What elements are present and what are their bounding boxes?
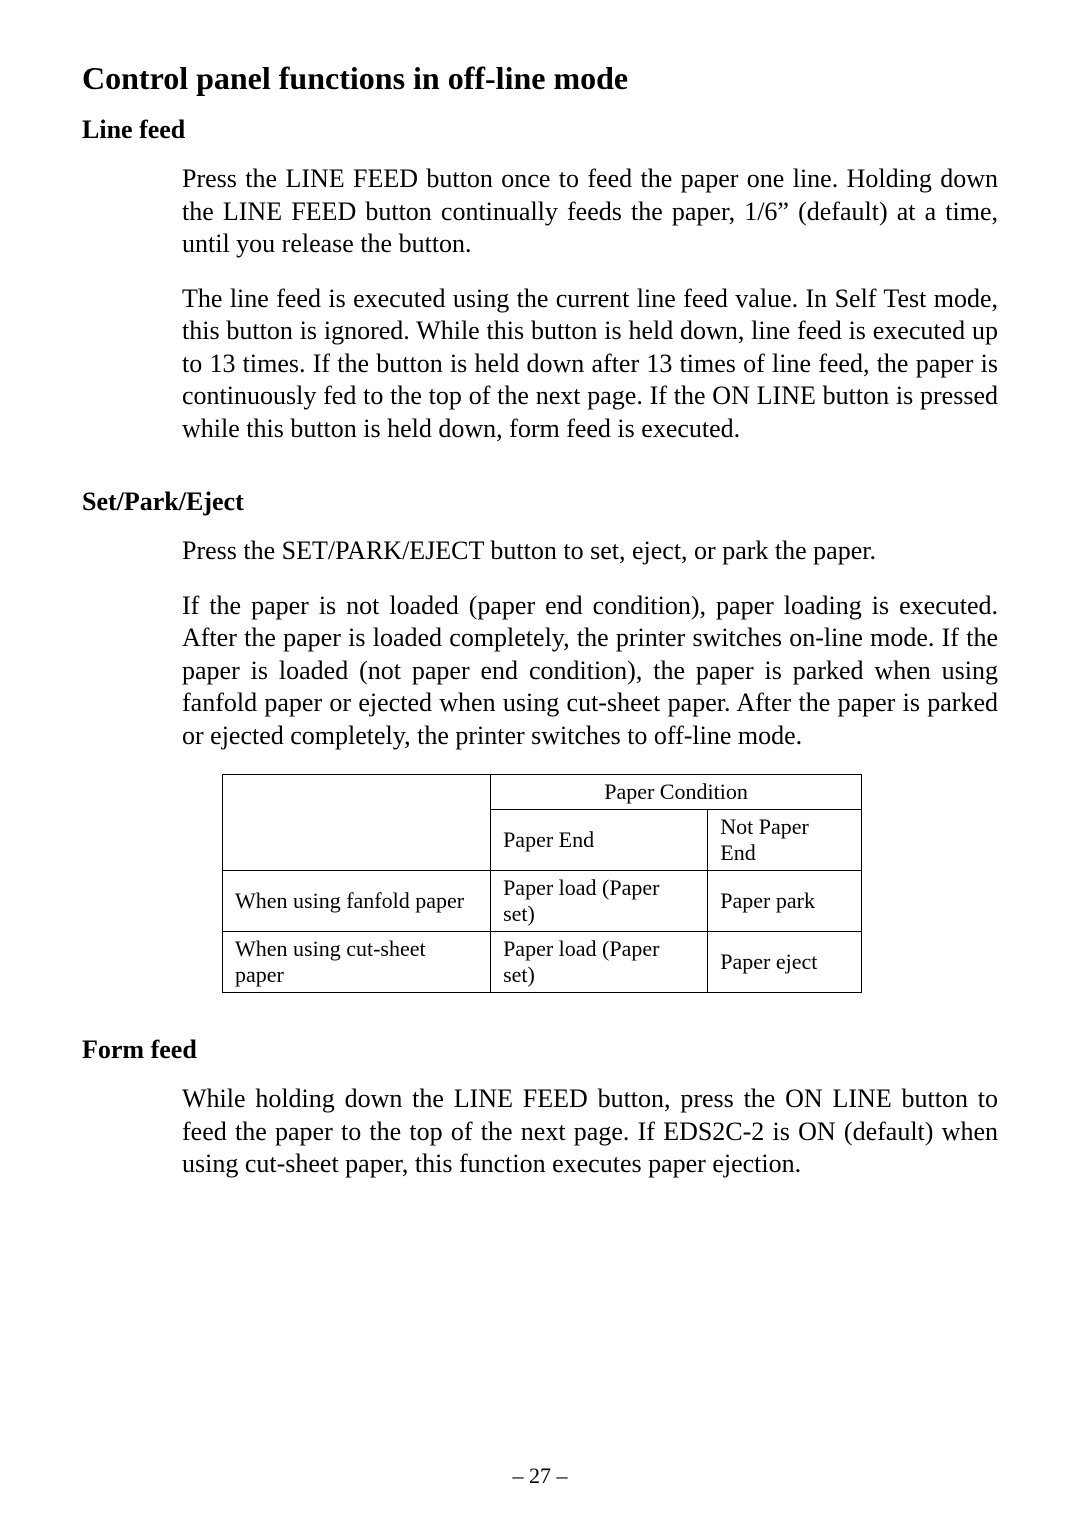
table-row: When using cut-sheet paper Paper load (P…: [223, 932, 862, 993]
line-feed-text1: Press the LINE FEED button once to feed …: [182, 163, 998, 261]
paper-condition-table-wrap: Paper Condition Paper End Not Paper End …: [82, 774, 998, 993]
table-header-group: Paper Condition: [491, 775, 862, 810]
set-park-eject-text2: If the paper is not loaded (paper end co…: [182, 590, 998, 753]
table-cell: Paper load (Paper set): [491, 871, 708, 932]
set-park-eject-text1: Press the SET/PARK/EJECT button to set, …: [182, 535, 998, 568]
set-park-eject-heading: Set/Park/Eject: [82, 487, 998, 517]
table-cell: Paper park: [708, 871, 862, 932]
line-feed-para2: The line feed is executed using the curr…: [82, 283, 998, 446]
form-feed-para1: While holding down the LINE FEED button,…: [82, 1083, 998, 1181]
line-feed-text2: The line feed is executed using the curr…: [182, 283, 998, 446]
table-row-label: When using fanfold paper: [223, 871, 491, 932]
line-feed-para1: Press the LINE FEED button once to feed …: [82, 163, 998, 261]
paper-condition-table: Paper Condition Paper End Not Paper End …: [222, 774, 862, 993]
table-cell: Paper eject: [708, 932, 862, 993]
set-park-eject-para1: Press the SET/PARK/EJECT button to set, …: [82, 535, 998, 568]
table-header-row-group: Paper Condition: [223, 775, 862, 810]
form-feed-heading: Form feed: [82, 1035, 998, 1065]
form-feed-text1: While holding down the LINE FEED button,…: [182, 1083, 998, 1181]
page-title: Control panel functions in off-line mode: [82, 60, 998, 97]
table-corner-cell: [223, 775, 491, 871]
page-number: – 27 –: [0, 1463, 1080, 1489]
table-cell: Paper load (Paper set): [491, 932, 708, 993]
line-feed-heading: Line feed: [82, 115, 998, 145]
table-col1-header: Paper End: [491, 810, 708, 871]
table-row-label: When using cut-sheet paper: [223, 932, 491, 993]
set-park-eject-para2: If the paper is not loaded (paper end co…: [82, 590, 998, 753]
table-col2-header: Not Paper End: [708, 810, 862, 871]
table-row: When using fanfold paper Paper load (Pap…: [223, 871, 862, 932]
